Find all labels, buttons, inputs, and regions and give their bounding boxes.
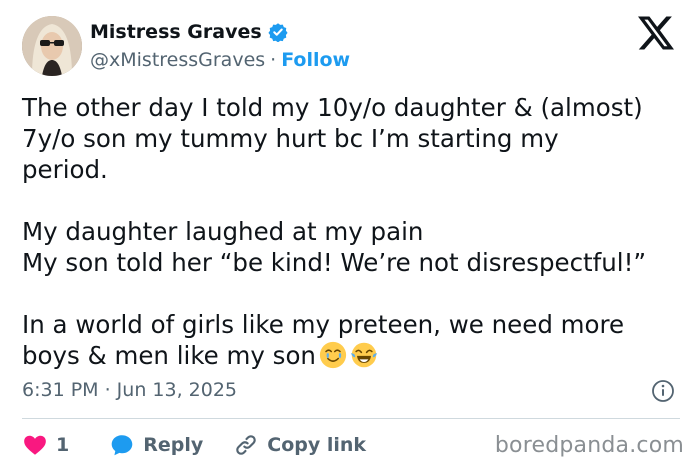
- author-display-name[interactable]: Mistress Graves: [90, 21, 262, 43]
- copy-link-button[interactable]: Copy link: [233, 432, 366, 458]
- action-bar: 1 Reply Copy link: [22, 430, 366, 460]
- author-name-row: Mistress Graves: [90, 21, 288, 43]
- separator-dot: ·: [270, 49, 277, 71]
- tweet-timestamp[interactable]: 6:31 PM · Jun 13, 2025: [22, 379, 237, 401]
- like-count: 1: [56, 434, 70, 456]
- avatar[interactable]: [22, 16, 82, 76]
- like-button[interactable]: 1: [22, 432, 69, 458]
- avatar-image: [22, 16, 82, 76]
- link-icon: [236, 435, 257, 455]
- tweet-body: The other day I told my 10y/o daughter &…: [22, 93, 647, 370]
- author-handle[interactable]: @xMistressGraves: [90, 49, 265, 71]
- tears-of-joy-face-icon: [350, 342, 378, 368]
- info-icon[interactable]: [651, 379, 675, 403]
- reply-bubble-icon: [111, 435, 133, 456]
- x-logo-icon[interactable]: [638, 16, 674, 50]
- tweet-card: Mistress Graves @xMistressGraves · Follow …: [0, 0, 700, 471]
- teary-smiling-face-icon: [319, 341, 347, 369]
- heart-icon: [24, 435, 46, 455]
- reply-button[interactable]: Reply: [109, 432, 203, 458]
- watermark: boredpanda.com: [494, 433, 684, 458]
- reply-label: Reply: [143, 434, 204, 456]
- copy-link-label: Copy link: [267, 434, 367, 456]
- verified-badge-icon: [268, 23, 288, 42]
- divider: [22, 418, 680, 419]
- follow-button[interactable]: Follow: [281, 49, 350, 71]
- tweet-text: The other day I told my 10y/o daughter &…: [22, 92, 682, 371]
- author-handle-row: @xMistressGraves · Follow: [90, 49, 350, 71]
